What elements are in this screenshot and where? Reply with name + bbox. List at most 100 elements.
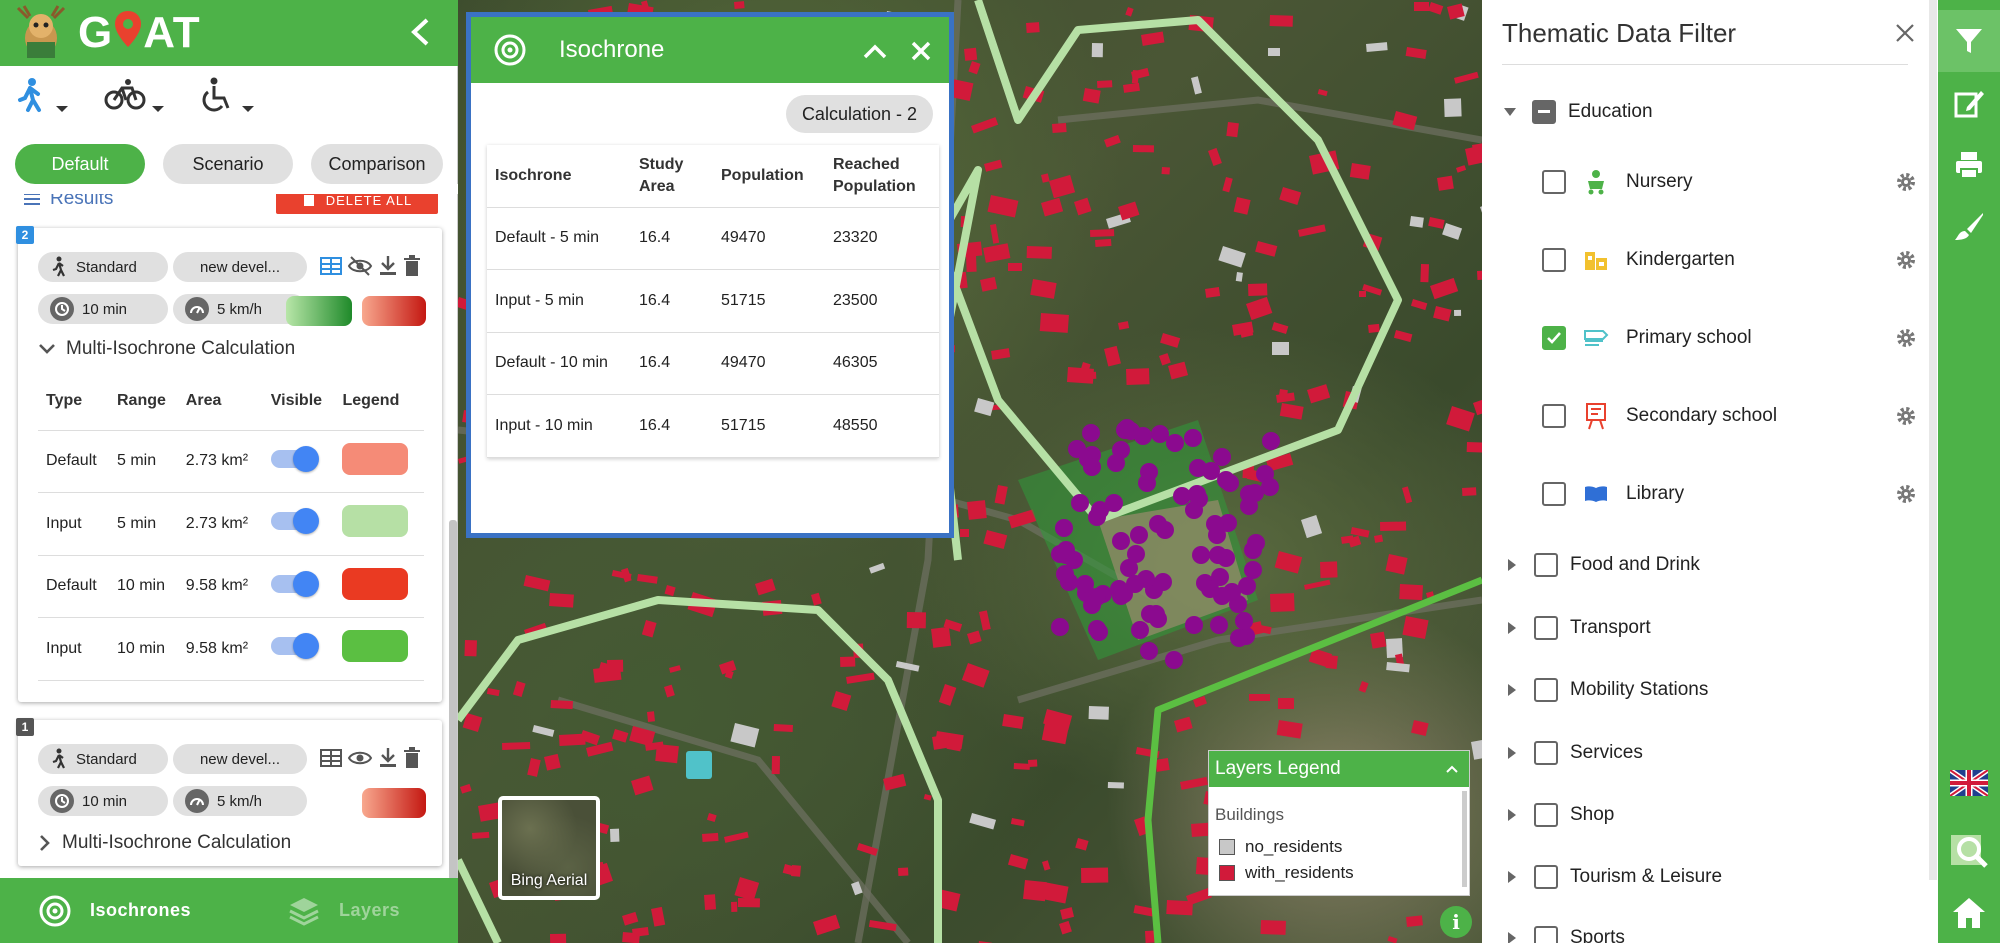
filter-item-library[interactable]: Library [1482,478,1938,510]
basemap-switcher[interactable]: Bing Aerial [498,796,600,900]
education-checkbox[interactable] [1532,100,1556,124]
caret-right-icon[interactable] [1502,746,1522,760]
primary-school-settings-button[interactable] [1894,326,1918,350]
minimize-popup-button[interactable] [859,35,891,67]
caret-right-icon[interactable] [1502,870,1522,884]
visibility-switch[interactable] [270,633,319,660]
filter-scrollbar[interactable] [1929,0,1937,880]
library-checkbox[interactable] [1542,482,1566,506]
wheelchair-mode-button[interactable] [192,73,282,123]
caret-right-icon[interactable] [1502,621,1522,635]
food-and-drink-checkbox[interactable] [1534,553,1558,577]
nursery-checkbox[interactable] [1542,170,1566,194]
map-building [1405,47,1427,60]
category-shop[interactable]: Shop [1482,799,1938,831]
left-panel-scrollbar[interactable] [449,520,457,880]
category-food-and-drink[interactable]: Food and Drink [1482,549,1938,581]
multi-isochrone-toggle[interactable]: Multi-Isochrone Calculation [38,832,291,854]
population-dot [1140,463,1158,481]
tourism-leisure-checkbox[interactable] [1534,865,1558,889]
services-checkbox[interactable] [1534,741,1558,765]
legend-color-swatch[interactable] [342,567,409,600]
table-toggle-button[interactable] [318,745,344,771]
close-filter-button[interactable] [1888,16,1922,50]
nursery-settings-button[interactable] [1894,170,1918,194]
visibility-switch[interactable] [270,508,319,535]
filter-item-primary-school[interactable]: Primary school [1482,322,1938,354]
edit-tool-button[interactable] [1938,72,2000,134]
language-switch-button[interactable] [1938,752,2000,814]
filter-item-kindergarten[interactable]: Kindergarten [1482,244,1938,276]
primary-school-checkbox[interactable] [1542,326,1566,350]
visibility-toggle-button[interactable] [346,253,374,279]
print-tool-button[interactable] [1938,134,2000,196]
kindergarten-settings-button[interactable] [1894,248,1918,272]
population-dot [1120,559,1138,577]
download-button[interactable] [376,253,400,279]
legend-color-swatch[interactable] [342,505,409,538]
population-dot [1223,583,1241,601]
map-building [1042,860,1051,871]
category-education[interactable]: Education [1482,96,1938,128]
library-settings-button[interactable] [1894,482,1918,506]
caret-right-icon[interactable] [1502,808,1522,822]
secondary-school-settings-button[interactable] [1894,404,1918,428]
mobility-stations-checkbox[interactable] [1534,678,1558,702]
cell-legend [334,430,424,493]
profile-chip: Standard [38,252,168,282]
caret-down-icon[interactable] [1500,107,1520,117]
delete-button[interactable] [400,745,424,771]
tab-comparison[interactable]: Comparison [311,144,443,184]
sports-checkbox[interactable] [1534,926,1558,943]
visibility-toggle-button[interactable] [346,745,374,771]
multi-isochrone-toggle[interactable]: Multi-Isochrone Calculation [38,338,295,360]
caret-right-icon[interactable] [1502,931,1522,943]
collapse-panel-button[interactable] [402,14,438,50]
info-button[interactable]: i [1440,906,1472,938]
caret-right-icon[interactable] [1502,683,1522,697]
download-button[interactable] [376,745,400,771]
legend-scrollbar[interactable] [1462,791,1467,887]
layers-nav-button[interactable]: Layers [229,894,458,928]
visibility-switch[interactable] [270,445,319,472]
table-toggle-button[interactable] [318,253,344,279]
home-button[interactable] [1938,882,2000,943]
bottom-navigation: Isochrones Layers [0,878,458,943]
secondary-school-checkbox[interactable] [1542,404,1566,428]
map-search-button[interactable] [1938,820,2000,882]
switch-knob [292,508,319,535]
legend-color-swatch[interactable] [342,630,409,663]
population-dot [1140,642,1158,660]
isochrones-nav-button[interactable]: Isochrones [0,894,229,928]
calculation-chip[interactable]: Calculation - 2 [785,95,933,133]
map-building [1297,224,1326,237]
walking-mode-button[interactable] [12,73,102,123]
category-transport[interactable]: Transport [1482,612,1938,644]
map-building [1428,217,1445,229]
category-tourism-leisure[interactable]: Tourism & Leisure [1482,861,1938,893]
tab-default[interactable]: Default [15,144,145,184]
delete-button[interactable] [400,253,424,279]
close-popup-button[interactable] [905,35,937,67]
category-services[interactable]: Services [1482,737,1938,769]
category-sports[interactable]: Sports [1482,922,1938,943]
bicycle-mode-button[interactable] [102,73,192,123]
style-tool-button[interactable] [1938,196,2000,258]
filter-tool-button[interactable] [1938,10,2000,72]
map-building [1039,313,1069,333]
filter-item-nursery[interactable]: Nursery [1482,166,1938,198]
caret-right-icon[interactable] [1502,558,1522,572]
kindergarten-checkbox[interactable] [1542,248,1566,272]
legend-header[interactable]: Layers Legend [1209,751,1469,787]
legend-swatch [1219,839,1235,855]
filter-item-secondary-school[interactable]: Secondary school [1482,400,1938,432]
transport-checkbox[interactable] [1534,616,1558,640]
shop-checkbox[interactable] [1534,803,1558,827]
tab-scenario[interactable]: Scenario [163,144,293,184]
time-chip: 10 min [38,294,168,324]
map-building [1161,167,1170,175]
visibility-switch[interactable] [270,570,319,597]
legend-color-swatch[interactable] [342,442,409,475]
popup-header[interactable]: Isochrone [471,17,949,83]
category-mobility-stations[interactable]: Mobility Stations [1482,674,1938,706]
